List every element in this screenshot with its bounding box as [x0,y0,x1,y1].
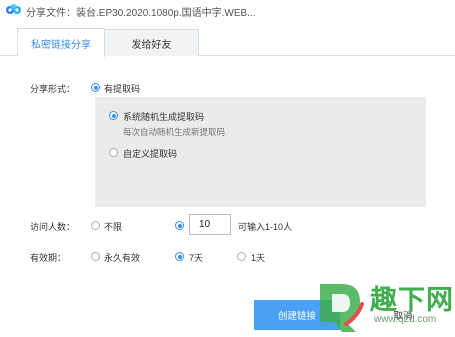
tab-bar: 私密链接分享 发给好友 [0,22,455,57]
visitors-label: 访问人数： [30,222,76,232]
cloud-logo-icon [6,3,21,14]
radio-custom-code[interactable] [109,148,118,157]
watermark-logo-icon [320,284,364,332]
radio-1-day-label[interactable]: 1天 [251,251,265,264]
share-form-label: 分享形式： [30,84,76,94]
radio-permanent-label[interactable]: 永久有效 [104,251,140,264]
validity-label: 有效期： [30,253,67,263]
tab-private-link[interactable]: 私密链接分享 [17,28,105,57]
tab-send-to-friend[interactable]: 发给好友 [104,29,199,56]
watermark-name: 趣下网 [370,285,454,316]
tab-send-to-friend-label: 发给好友 [131,39,172,51]
radio-1-day[interactable] [237,252,246,261]
radio-7-days-label[interactable]: 7天 [189,251,203,264]
watermark-url: www.q2d.com [374,314,437,325]
visitor-count-hint: 可输入1-10人 [238,222,293,232]
radio-auto-code-label[interactable]: 系统随机生成提取码 [123,110,204,123]
visitor-count-input[interactable]: 10 [189,214,231,235]
radio-permanent[interactable] [91,252,100,261]
radio-unlimited-label[interactable]: 不限 [104,220,122,233]
radio-auto-code[interactable] [109,111,118,120]
title-bar: 分享文件：装台.EP30.2020.1080p.国语中字.WEB... [0,0,455,22]
auto-code-description: 每次自动随机生成新提取码 [123,127,226,137]
radio-with-code-label[interactable]: 有提取码 [104,82,140,95]
radio-with-code[interactable] [91,83,100,92]
radio-7-days[interactable] [175,252,184,261]
radio-custom-code-label[interactable]: 自定义提取码 [123,147,177,160]
tab-private-link-label: 私密链接分享 [31,39,91,51]
watermark: 趣下网 www.q2d.com [312,274,455,337]
dialog-title: 分享文件：装台.EP30.2020.1080p.国语中字.WEB... [26,8,256,19]
radio-unlimited[interactable] [91,221,100,230]
radio-custom-count[interactable] [175,221,184,230]
create-link-button-label: 创建链接 [277,311,316,322]
